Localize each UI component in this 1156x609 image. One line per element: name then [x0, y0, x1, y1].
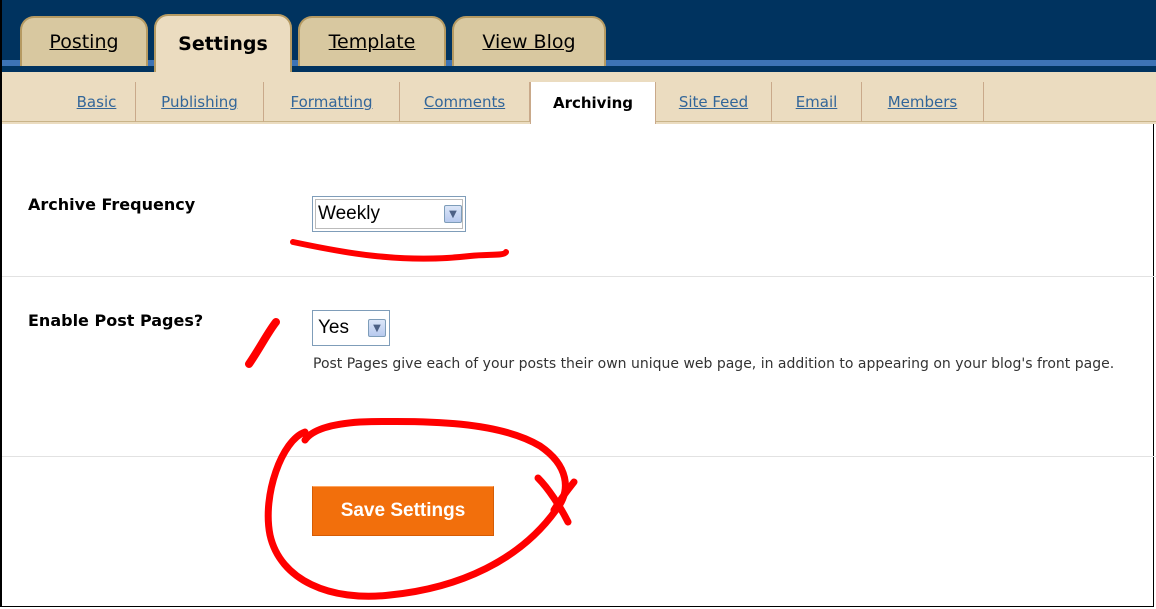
tab-settings[interactable]: Settings	[154, 14, 292, 72]
subtab-basic[interactable]: Basic	[58, 82, 136, 122]
post-pages-label: Enable Post Pages?	[28, 311, 204, 330]
archive-frequency-value: Weekly	[318, 203, 380, 224]
save-settings-button[interactable]: Save Settings	[312, 486, 494, 536]
section-divider	[2, 276, 1156, 277]
section-divider	[2, 456, 1156, 457]
subtab-archiving[interactable]: Archiving	[530, 82, 656, 124]
tab-label: Posting	[49, 31, 119, 53]
tab-label: Settings	[178, 33, 268, 55]
archive-frequency-label: Archive Frequency	[28, 195, 196, 214]
subtab-label: Archiving	[552, 94, 634, 112]
subtab-members[interactable]: Members	[862, 82, 984, 122]
subtab-label: Publishing	[161, 93, 238, 111]
subtab-formatting[interactable]: Formatting	[264, 82, 400, 122]
archive-frequency-select[interactable]: Weekly ▼	[312, 196, 466, 232]
tab-template[interactable]: Template	[298, 16, 446, 66]
subtab-label: Members	[887, 93, 958, 111]
tab-label: Template	[328, 31, 416, 53]
subtab-site-feed[interactable]: Site Feed	[656, 82, 772, 122]
chevron-down-icon[interactable]: ▼	[368, 319, 386, 337]
subtab-label: Email	[795, 93, 838, 111]
tab-view-blog[interactable]: View Blog	[452, 16, 606, 66]
subtab-publishing[interactable]: Publishing	[136, 82, 264, 122]
subtab-label: Comments	[423, 93, 506, 111]
tab-posting[interactable]: Posting	[20, 16, 148, 66]
post-pages-value: Yes	[318, 317, 349, 338]
subtab-label: Formatting	[290, 93, 373, 111]
subtab-label: Basic	[76, 93, 117, 111]
tab-label: View Blog	[482, 31, 576, 53]
post-pages-help-text: Post Pages give each of your posts their…	[313, 356, 1115, 372]
subtab-label: Site Feed	[678, 93, 749, 111]
chevron-down-icon[interactable]: ▼	[444, 205, 462, 223]
subtab-comments[interactable]: Comments	[400, 82, 530, 122]
post-pages-select[interactable]: Yes ▼	[312, 310, 390, 346]
subtab-email[interactable]: Email	[772, 82, 862, 122]
